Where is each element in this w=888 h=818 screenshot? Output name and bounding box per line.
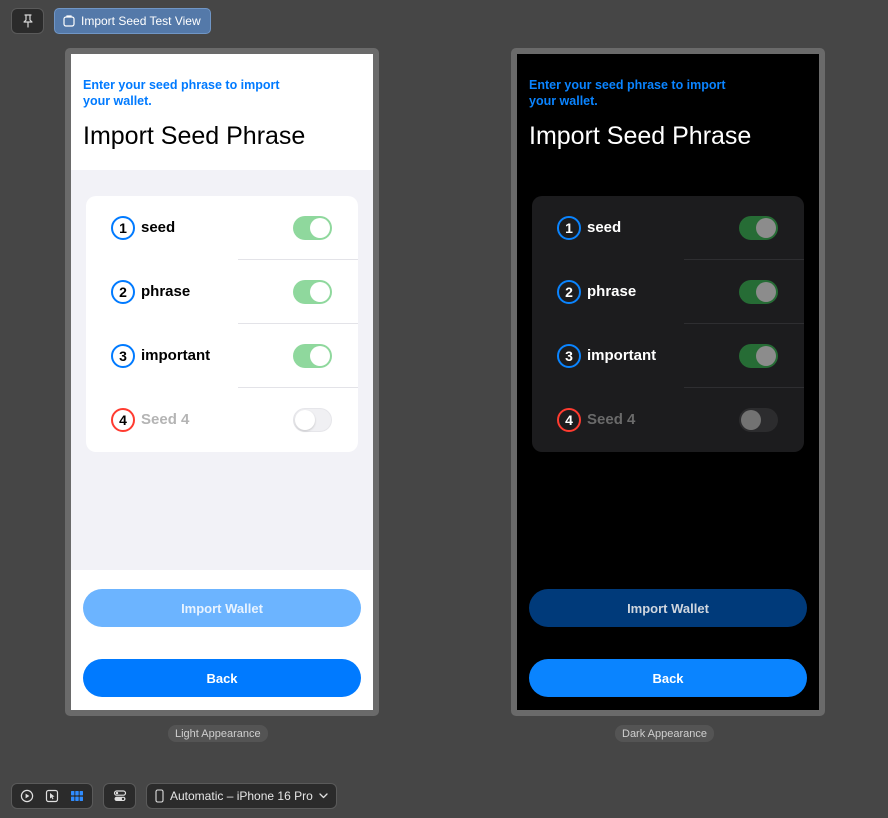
selectable-mode-button[interactable] bbox=[45, 789, 59, 803]
seed-toggle[interactable] bbox=[293, 344, 332, 368]
seed-word-label: phrase bbox=[587, 283, 637, 300]
preview-mode-group bbox=[11, 783, 93, 809]
number-badge: 1 bbox=[111, 216, 135, 240]
subtitle: Enter your seed phrase to import your wa… bbox=[529, 78, 726, 108]
seed-row: 3 important bbox=[86, 324, 358, 388]
seed-word-label: important bbox=[587, 347, 657, 364]
number-badge: 4 bbox=[111, 408, 135, 432]
live-preview-button[interactable] bbox=[20, 789, 34, 803]
page-title: Import Seed Phrase bbox=[83, 122, 306, 150]
seed-toggle[interactable] bbox=[739, 344, 778, 368]
number-badge: 3 bbox=[557, 344, 581, 368]
light-appearance-caption: Light Appearance bbox=[168, 725, 268, 742]
seed-toggle[interactable] bbox=[293, 280, 332, 304]
light-screen: Enter your seed phrase to import your wa… bbox=[71, 54, 373, 710]
nav-header: Enter your seed phrase to import your wa… bbox=[517, 54, 819, 170]
seed-toggle[interactable] bbox=[293, 216, 332, 240]
chevron-down-icon bbox=[319, 793, 328, 799]
seed-row: 4 Seed 4 bbox=[86, 388, 358, 452]
preview-tab[interactable]: Import Seed Test View bbox=[54, 8, 211, 34]
seed-word-label: seed bbox=[587, 219, 622, 236]
grid-icon bbox=[70, 791, 83, 801]
device-picker-label: Automatic – iPhone 16 Pro bbox=[170, 789, 313, 803]
variants-icon bbox=[113, 790, 126, 801]
window-icon bbox=[63, 15, 75, 27]
seed-row: 2 phrase bbox=[532, 260, 804, 324]
seed-list-card: 1 seed 2 phrase 3 important 4 Seed 4 bbox=[532, 196, 804, 452]
page-title: Import Seed Phrase bbox=[529, 122, 752, 150]
number-badge: 2 bbox=[557, 280, 581, 304]
canvas-settings-button[interactable] bbox=[103, 783, 136, 809]
back-button[interactable]: Back bbox=[83, 659, 361, 697]
subtitle: Enter your seed phrase to import your wa… bbox=[83, 78, 280, 108]
seed-row: 1 seed bbox=[86, 196, 358, 260]
seed-toggle[interactable] bbox=[739, 408, 778, 432]
seed-toggle[interactable] bbox=[739, 280, 778, 304]
import-wallet-button[interactable]: Import Wallet bbox=[83, 589, 361, 627]
number-badge: 4 bbox=[557, 408, 581, 432]
seed-row: 2 phrase bbox=[86, 260, 358, 324]
seed-word-label: Seed 4 bbox=[141, 411, 190, 428]
dark-appearance-caption: Dark Appearance bbox=[615, 725, 714, 742]
seed-row: 1 seed bbox=[532, 196, 804, 260]
pin-icon bbox=[22, 14, 33, 28]
variants-grid-button[interactable] bbox=[70, 789, 84, 803]
nav-header: Enter your seed phrase to import your wa… bbox=[71, 54, 373, 170]
seed-toggle[interactable] bbox=[739, 216, 778, 240]
number-badge: 3 bbox=[111, 344, 135, 368]
back-button[interactable]: Back bbox=[529, 659, 807, 697]
light-device-frame: Enter your seed phrase to import your wa… bbox=[65, 48, 379, 716]
seed-word-label: phrase bbox=[141, 283, 191, 300]
seed-word-label: Seed 4 bbox=[587, 411, 636, 428]
seed-word-label: important bbox=[141, 347, 211, 364]
seed-list-card: 1 seed 2 phrase 3 important 4 Seed 4 bbox=[86, 196, 358, 452]
phone-icon bbox=[155, 789, 164, 803]
select-icon bbox=[45, 789, 59, 803]
number-badge: 1 bbox=[557, 216, 581, 240]
pin-button[interactable] bbox=[11, 8, 44, 34]
seed-row: 4 Seed 4 bbox=[532, 388, 804, 452]
dark-device-frame: Enter your seed phrase to import your wa… bbox=[511, 48, 825, 716]
dark-screen: Enter your seed phrase to import your wa… bbox=[517, 54, 819, 710]
seed-word-label: seed bbox=[141, 219, 176, 236]
device-picker[interactable]: Automatic – iPhone 16 Pro bbox=[146, 783, 337, 809]
number-badge: 2 bbox=[111, 280, 135, 304]
seed-row: 3 important bbox=[532, 324, 804, 388]
seed-toggle[interactable] bbox=[293, 408, 332, 432]
import-wallet-button[interactable]: Import Wallet bbox=[529, 589, 807, 627]
preview-tab-label: Import Seed Test View bbox=[81, 14, 201, 28]
play-icon bbox=[21, 789, 34, 803]
